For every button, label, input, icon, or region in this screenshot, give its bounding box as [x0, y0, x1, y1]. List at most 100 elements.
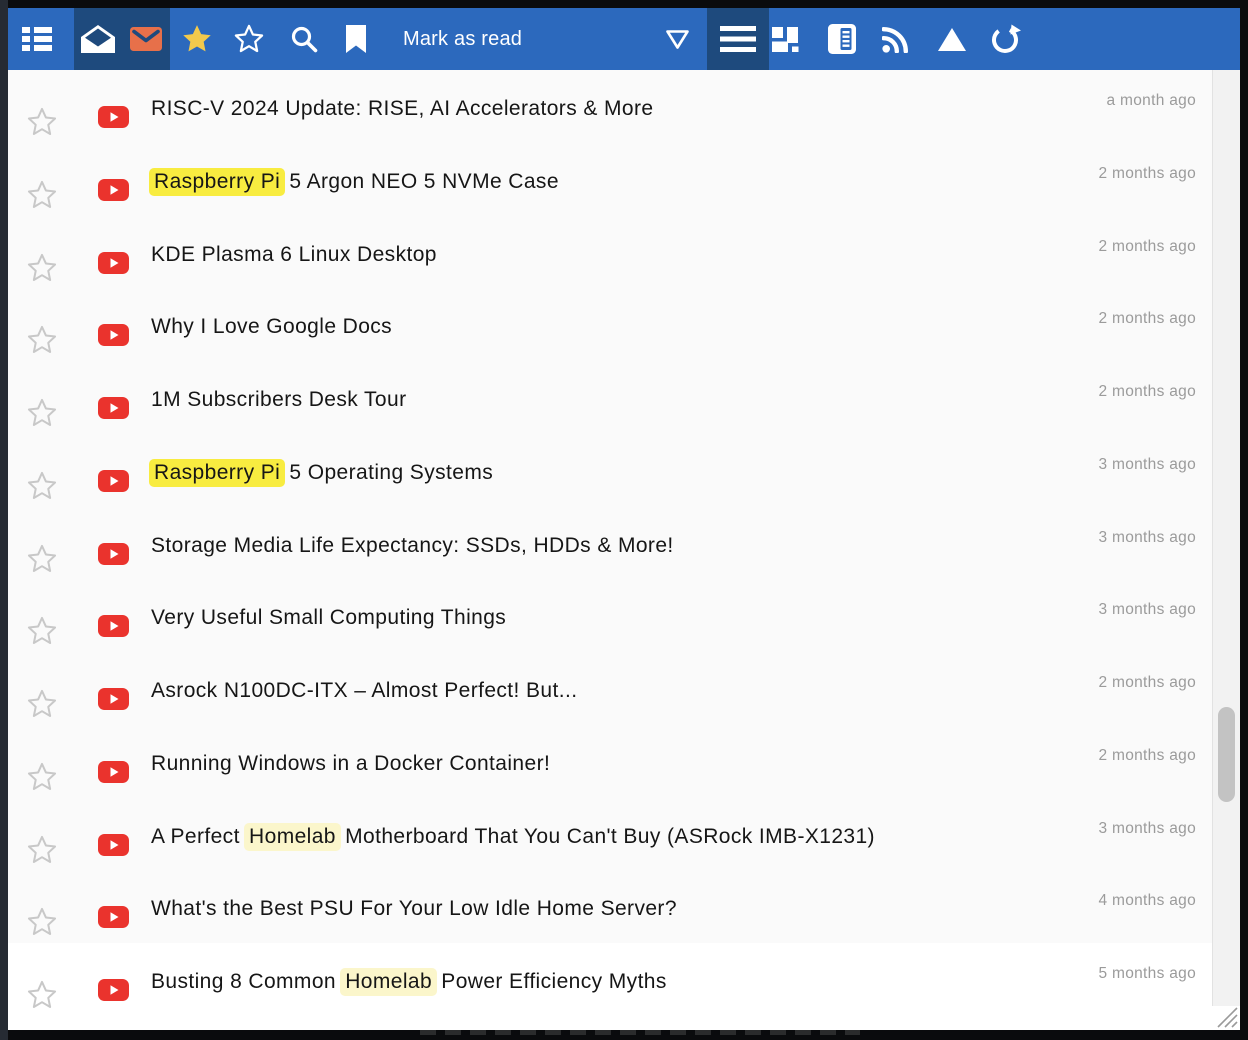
star-toggle-icon[interactable]	[26, 834, 58, 866]
item-title: A Perfect Homelab Motherboard That You C…	[151, 823, 875, 850]
list-item[interactable]: Asrock N100DC-ITX – Almost Perfect! But.…	[8, 652, 1212, 725]
youtube-favicon-icon	[98, 979, 129, 1001]
youtube-favicon-icon	[98, 688, 129, 710]
star-toggle-icon[interactable]	[26, 252, 58, 284]
item-title: KDE Plasma 6 Linux Desktop	[151, 241, 437, 268]
youtube-favicon-icon	[98, 397, 129, 419]
item-timestamp: 2 months ago	[1098, 165, 1196, 183]
list-item[interactable]: Raspberry Pi 5 Operating Systems 3 month…	[8, 434, 1212, 507]
item-timestamp: 5 months ago	[1098, 965, 1196, 983]
item-title: Raspberry Pi 5 Argon NEO 5 NVMe Case	[151, 168, 559, 195]
star-toggle-icon[interactable]	[26, 106, 58, 138]
mark-as-read-button[interactable]: Mark as read	[403, 8, 522, 70]
card-layout-button[interactable]	[761, 8, 813, 70]
item-timestamp: 3 months ago	[1098, 456, 1196, 474]
list-item[interactable]: Very Useful Small Computing Things 3 mon…	[8, 579, 1212, 652]
star-toggle-icon[interactable]	[26, 543, 58, 575]
clipped-background-text	[420, 1030, 860, 1035]
item-timestamp: 2 months ago	[1098, 674, 1196, 692]
hamburger-icon	[720, 26, 756, 52]
list-item[interactable]: Why I Love Google Docs 2 months ago	[8, 288, 1212, 361]
item-timestamp: 3 months ago	[1098, 820, 1196, 838]
item-timestamp: 2 months ago	[1098, 310, 1196, 328]
compact-list-layout-button[interactable]	[707, 8, 769, 70]
item-timestamp: a month ago	[1107, 92, 1196, 110]
mark-as-read-dropdown-button[interactable]	[651, 8, 703, 70]
star-toggle-icon[interactable]	[26, 470, 58, 502]
bookmark-button[interactable]	[330, 8, 382, 70]
open-envelope-icon	[81, 25, 115, 53]
item-timestamp: 2 months ago	[1098, 238, 1196, 256]
scroll-to-top-button[interactable]	[926, 8, 978, 70]
item-timestamp: 2 months ago	[1098, 383, 1196, 401]
youtube-favicon-icon	[98, 252, 129, 274]
item-title: Asrock N100DC-ITX – Almost Perfect! But.…	[151, 677, 577, 704]
star-toggle-icon[interactable]	[26, 906, 58, 938]
item-timestamp: 4 months ago	[1098, 892, 1196, 910]
star-toggle-icon[interactable]	[26, 179, 58, 211]
item-timestamp: 3 months ago	[1098, 529, 1196, 547]
youtube-favicon-icon	[98, 615, 129, 637]
list-item[interactable]: RISC-V 2024 Update: RISE, AI Accelerator…	[8, 70, 1212, 143]
item-timestamp: 3 months ago	[1098, 601, 1196, 619]
item-title: Storage Media Life Expectancy: SSDs, HDD…	[151, 532, 674, 559]
item-title: RISC-V 2024 Update: RISE, AI Accelerator…	[151, 95, 653, 122]
item-title: Why I Love Google Docs	[151, 313, 392, 340]
youtube-favicon-icon	[98, 470, 129, 492]
refresh-button[interactable]	[979, 8, 1031, 70]
item-title: Running Windows in a Docker Container!	[151, 750, 550, 777]
list-item[interactable]: Raspberry Pi 5 Argon NEO 5 NVMe Case 2 m…	[8, 143, 1212, 216]
star-filled-icon	[181, 23, 213, 55]
item-title: 1M Subscribers Desk Tour	[151, 386, 406, 413]
list-item[interactable]: A Perfect Homelab Motherboard That You C…	[8, 798, 1212, 871]
grid-layout-icon	[772, 27, 802, 52]
star-toggle-icon[interactable]	[26, 761, 58, 793]
app-window: Mark as read	[8, 8, 1240, 1030]
search-icon	[291, 26, 318, 53]
item-title: Very Useful Small Computing Things	[151, 604, 506, 631]
list-item[interactable]: Running Windows in a Docker Container! 2…	[8, 725, 1212, 798]
rss-feed-button[interactable]	[869, 8, 921, 70]
star-outline-icon	[233, 23, 265, 55]
bookmark-icon	[346, 25, 366, 53]
article-list: RISC-V 2024 Update: RISE, AI Accelerator…	[8, 70, 1212, 1030]
show-all-button[interactable]	[74, 8, 122, 70]
scroll-top-icon	[938, 28, 966, 51]
list-item[interactable]: 1M Subscribers Desk Tour 2 months ago	[8, 361, 1212, 434]
reader-view-button[interactable]	[816, 8, 868, 70]
item-timestamp: 2 months ago	[1098, 747, 1196, 765]
rss-feed-icon	[882, 26, 909, 53]
youtube-favicon-icon	[98, 543, 129, 565]
list-view-button[interactable]	[11, 8, 63, 70]
show-unread-button[interactable]	[122, 8, 170, 70]
star-toggle-icon[interactable]	[26, 615, 58, 647]
reader-view-icon	[828, 24, 856, 54]
list-item[interactable]: KDE Plasma 6 Linux Desktop 2 months ago	[8, 216, 1212, 289]
refresh-icon	[990, 24, 1021, 55]
scrollbar-thumb[interactable]	[1218, 707, 1235, 802]
unstarred-filter-button[interactable]	[223, 8, 275, 70]
list-item[interactable]: Storage Media Life Expectancy: SSDs, HDD…	[8, 507, 1212, 580]
star-toggle-icon[interactable]	[26, 688, 58, 720]
star-toggle-icon[interactable]	[26, 397, 58, 429]
search-button[interactable]	[278, 8, 330, 70]
star-toggle-icon[interactable]	[26, 324, 58, 356]
star-toggle-icon[interactable]	[26, 979, 58, 1011]
resize-grip[interactable]	[1212, 1006, 1240, 1030]
list-item[interactable]: What's the Best PSU For Your Low Idle Ho…	[8, 870, 1212, 943]
list-item[interactable]: Busting 8 Common Homelab Power Efficienc…	[8, 943, 1212, 1030]
toolbar: Mark as read	[8, 8, 1240, 70]
youtube-favicon-icon	[98, 761, 129, 783]
youtube-favicon-icon	[98, 906, 129, 928]
starred-filter-button[interactable]	[171, 8, 223, 70]
item-title: What's the Best PSU For Your Low Idle Ho…	[151, 895, 677, 922]
item-title: Raspberry Pi 5 Operating Systems	[151, 459, 493, 486]
youtube-favicon-icon	[98, 324, 129, 346]
article-list-pane: RISC-V 2024 Update: RISE, AI Accelerator…	[8, 70, 1240, 1030]
unread-envelope-icon	[130, 27, 162, 51]
window-frame-left	[0, 0, 8, 1040]
scrollbar-track[interactable]	[1212, 70, 1240, 1006]
item-title: Busting 8 Common Homelab Power Efficienc…	[151, 968, 667, 995]
youtube-favicon-icon	[98, 179, 129, 201]
dropdown-arrow-icon	[665, 29, 690, 50]
